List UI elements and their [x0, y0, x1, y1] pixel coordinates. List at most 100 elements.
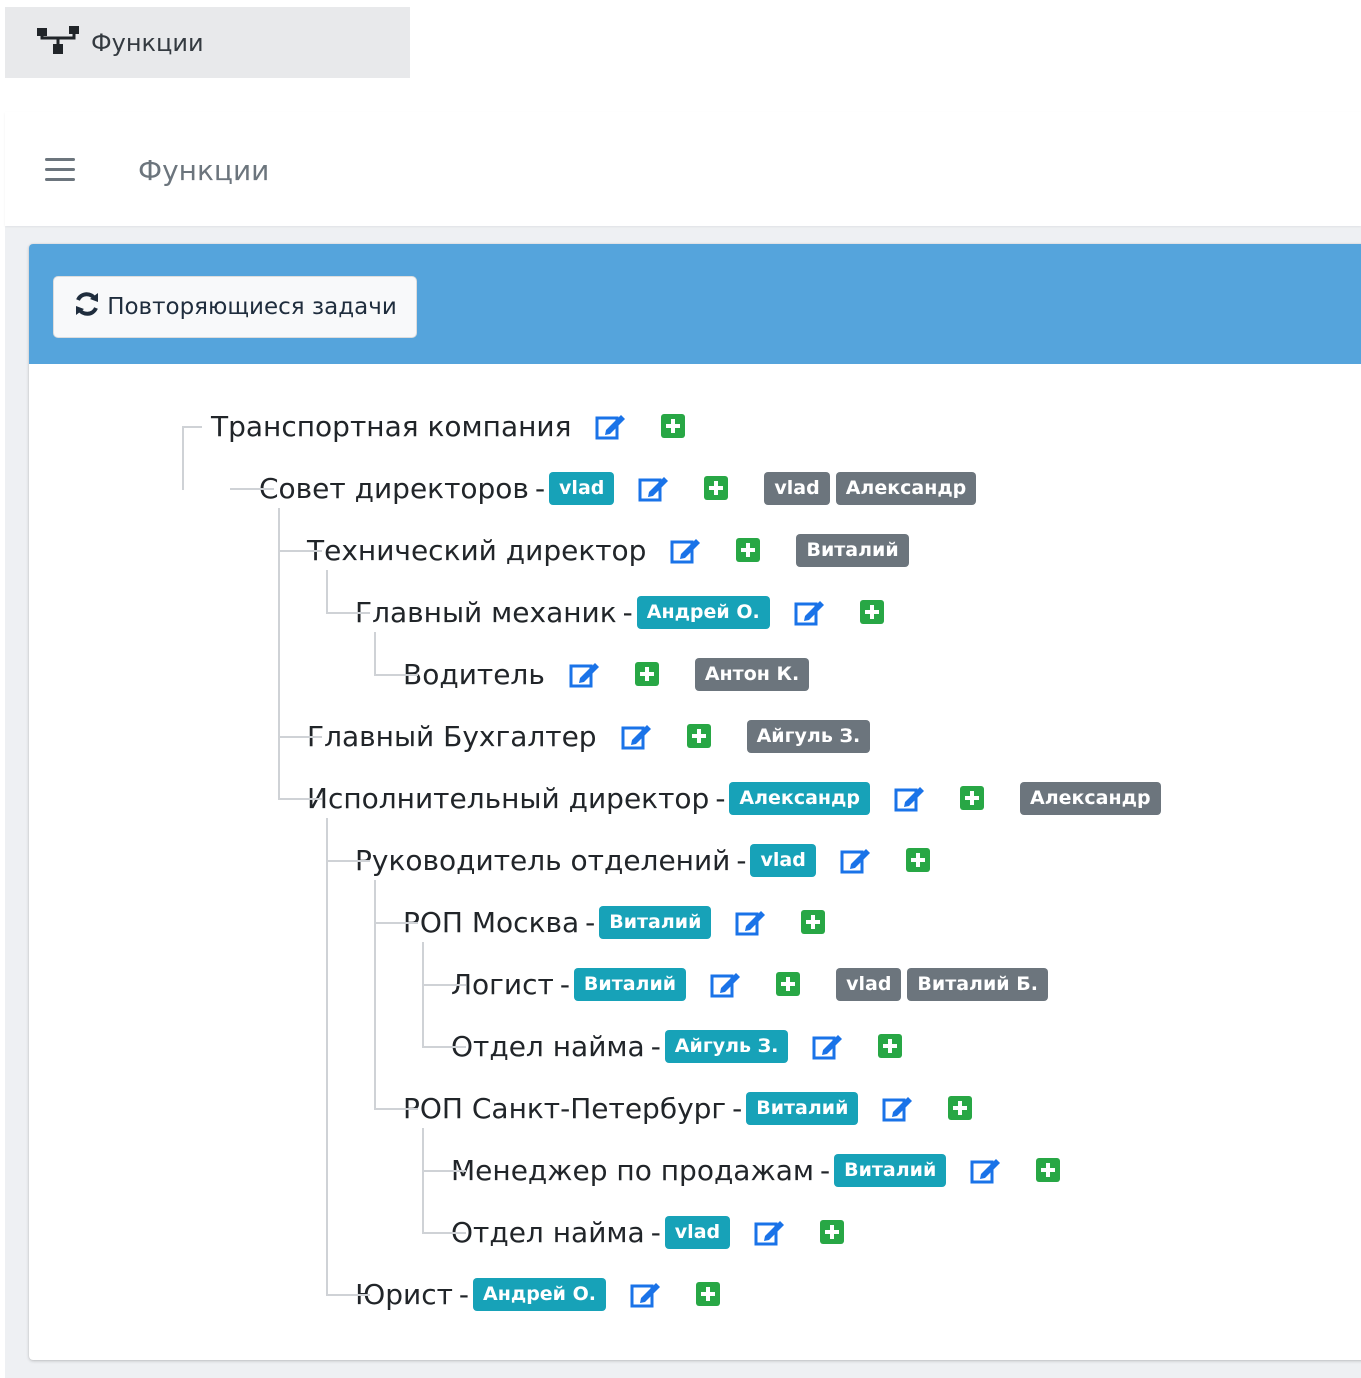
responsible-badge: Виталий: [834, 1153, 947, 1187]
node-separator: -: [819, 1153, 831, 1187]
tree-node: РОП Санкт-Петербург - Виталий: [403, 1088, 973, 1128]
node-name: Совет директоров: [259, 471, 529, 505]
tree-node: Отдел найма - Айгуль З.: [451, 1026, 903, 1066]
node-separator: -: [534, 471, 546, 505]
tree-connector: [326, 1294, 370, 1296]
node-name: РОП Санкт-Петербург: [403, 1091, 727, 1125]
edit-icon[interactable]: [882, 1093, 914, 1123]
tree-node: РОП Москва - Виталий: [403, 902, 826, 942]
responsible-badge: Виталий: [573, 967, 687, 1001]
node-name: Менеджер по продажам: [451, 1153, 814, 1187]
tree-connector: [422, 942, 424, 1048]
tree-connector: [422, 1128, 424, 1234]
tree-connector: [326, 570, 328, 614]
tree-connector: [374, 1108, 418, 1110]
tree-connector: [422, 1170, 466, 1172]
add-child-icon[interactable]: [820, 1220, 845, 1244]
tree-connector: [278, 550, 322, 552]
edit-icon[interactable]: [812, 1031, 844, 1061]
node-name: Транспортная компания: [211, 409, 572, 443]
add-child-icon[interactable]: [634, 662, 659, 686]
add-child-icon[interactable]: [704, 476, 729, 500]
add-child-icon[interactable]: [905, 848, 930, 872]
edit-icon[interactable]: [638, 473, 670, 503]
edit-icon[interactable]: [621, 721, 653, 751]
member-badge: vlad: [836, 967, 902, 1001]
add-child-icon[interactable]: [859, 600, 884, 624]
members-list: Александр: [1019, 781, 1167, 815]
member-badge: Виталий: [796, 533, 909, 567]
tree-node: Технический директор Виталий: [307, 530, 915, 570]
tree-node: Менеджер по продажам - Виталий: [451, 1150, 1061, 1190]
tree-connector: [326, 860, 370, 862]
tree-connector: [374, 922, 418, 924]
responsible-badge: Андрей О.: [636, 595, 770, 629]
tree-node: Логист - Виталий vlad Виталий Б.: [451, 964, 1054, 1004]
add-child-icon[interactable]: [1036, 1158, 1061, 1182]
tree-node: Юрист - Андрей О.: [355, 1274, 720, 1314]
member-badge: Александр: [1019, 781, 1161, 815]
add-child-icon[interactable]: [776, 972, 801, 996]
add-child-icon[interactable]: [661, 414, 686, 438]
node-name: Руководитель отделений: [355, 843, 731, 877]
tree-node: Исполнительный директор - Александр Алексан…: [307, 778, 1167, 818]
sidebar-item-label: Функции: [91, 28, 204, 57]
member-badge: Антон К.: [694, 657, 810, 691]
node-name: Технический директор: [307, 533, 647, 567]
add-child-icon[interactable]: [878, 1034, 903, 1058]
responsible-badge: Виталий: [746, 1091, 859, 1125]
add-child-icon[interactable]: [948, 1096, 973, 1120]
tree-connector: [326, 818, 328, 1296]
functions-card: Повторяющиеся задачи Транспортная компан…: [29, 244, 1361, 1360]
members-list: vlad Виталий Б.: [836, 967, 1054, 1001]
members-list: Антон К.: [694, 657, 815, 691]
add-child-icon[interactable]: [695, 1282, 720, 1306]
node-separator: -: [458, 1277, 470, 1311]
sitemap-icon: [37, 25, 79, 60]
page-title: Функции: [138, 154, 270, 187]
member-badge: vlad: [764, 471, 830, 505]
responsible-badge: Виталий: [599, 905, 712, 939]
tree-connector: [278, 508, 280, 800]
tree-connector: [182, 426, 202, 428]
tree-connector: [326, 612, 370, 614]
edit-icon[interactable]: [630, 1279, 662, 1309]
add-child-icon[interactable]: [686, 724, 711, 748]
edit-icon[interactable]: [970, 1155, 1002, 1185]
hamburger-icon[interactable]: [45, 158, 75, 182]
tree-connector: [278, 736, 322, 738]
responsible-badge: vlad: [664, 1215, 731, 1249]
node-name: Отдел найма: [451, 1215, 645, 1249]
tree-connector: [374, 632, 376, 676]
edit-icon[interactable]: [710, 969, 742, 999]
tree-connector: [182, 426, 184, 490]
add-child-icon[interactable]: [736, 538, 761, 562]
add-child-icon[interactable]: [959, 786, 984, 810]
tree-connector: [422, 1046, 466, 1048]
members-list: Айгуль З.: [746, 719, 877, 753]
edit-icon[interactable]: [569, 659, 601, 689]
tree-node: Водитель Антон К.: [403, 654, 815, 694]
edit-icon[interactable]: [894, 783, 926, 813]
tree-connector: [422, 984, 466, 986]
tree-connector: [278, 798, 322, 800]
function-tree: Транспортная компания Совет директоров - vl…: [29, 244, 1361, 1360]
node-name: Водитель: [403, 657, 545, 691]
member-badge: Айгуль З.: [746, 719, 871, 753]
node-name: Исполнительный директор: [307, 781, 710, 815]
edit-icon[interactable]: [595, 411, 627, 441]
node-name: Отдел найма: [451, 1029, 645, 1063]
edit-icon[interactable]: [670, 535, 702, 565]
node-separator: -: [650, 1029, 661, 1063]
edit-icon[interactable]: [794, 597, 826, 627]
node-name: РОП Москва: [403, 905, 580, 939]
add-child-icon[interactable]: [801, 910, 826, 934]
content-wrapper: Функции Повторяющиеся задачи Транспортна…: [5, 112, 1361, 1378]
sidebar-item-functions[interactable]: Функции: [5, 7, 410, 78]
edit-icon[interactable]: [840, 845, 872, 875]
members-list: vlad Александр: [764, 471, 982, 505]
edit-icon[interactable]: [735, 907, 767, 937]
responsible-badge: Александр: [729, 781, 870, 815]
edit-icon[interactable]: [754, 1217, 786, 1247]
tree-node: Совет директоров - vlad vlad Александр: [259, 468, 982, 508]
